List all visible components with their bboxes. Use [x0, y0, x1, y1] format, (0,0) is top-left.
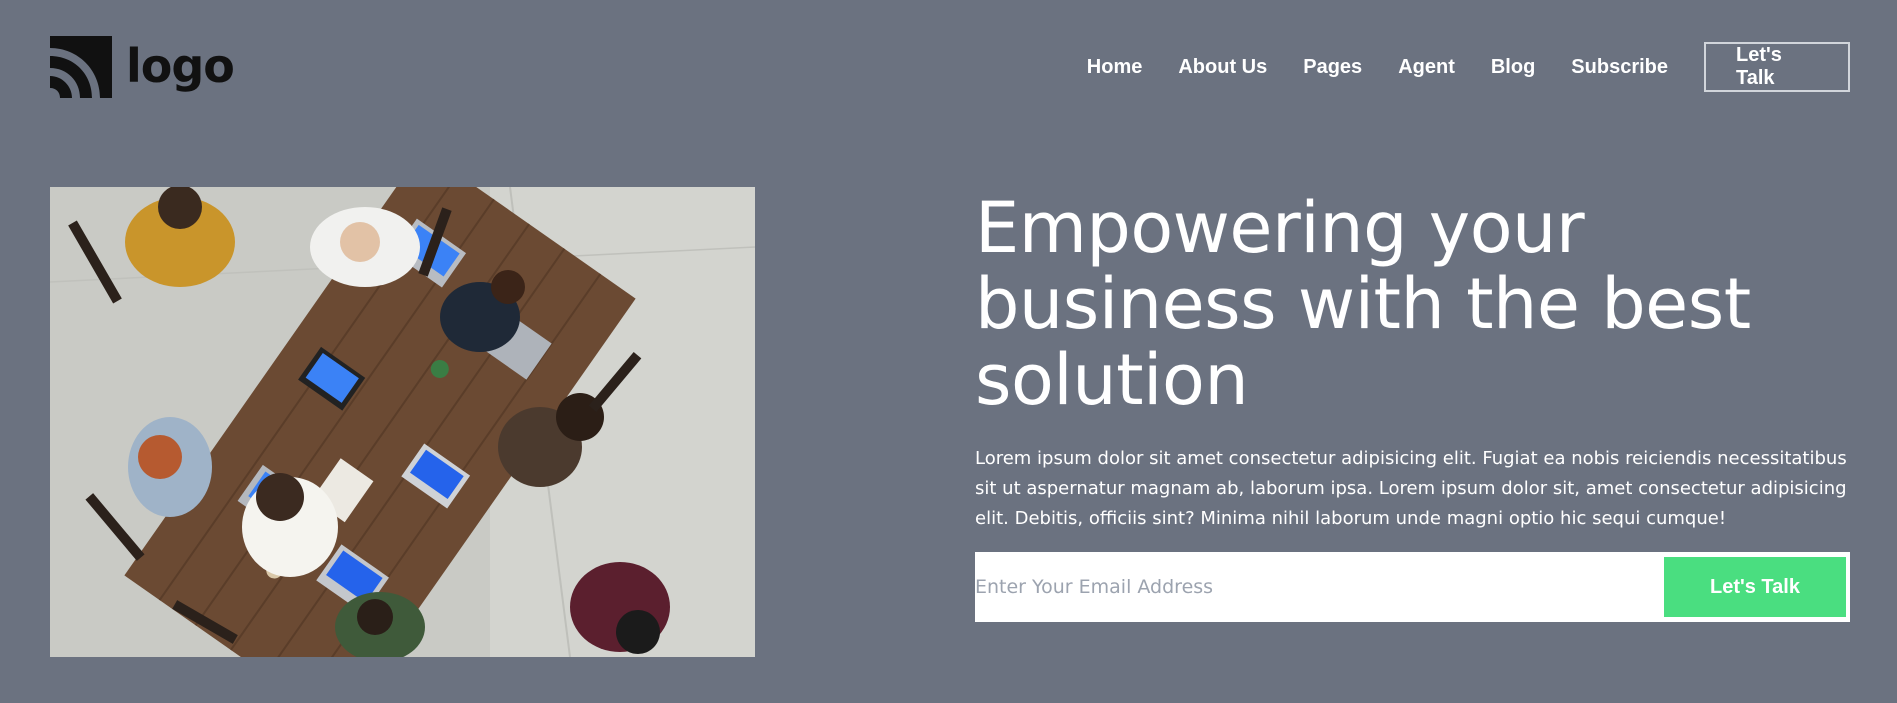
main-nav: Home About Us Pages Agent Blog Subscribe… [1087, 40, 1850, 94]
lets-talk-submit-button[interactable]: Let's Talk [1664, 557, 1846, 617]
nav-item-home[interactable]: Home [1087, 56, 1143, 79]
site-header: logo Home About Us Pages Agent Blog Subs… [0, 0, 1897, 140]
nav-item-blog[interactable]: Blog [1491, 56, 1535, 79]
logo[interactable]: logo [50, 36, 235, 98]
rss-feed-icon [50, 36, 112, 98]
nav-item-about-us[interactable]: About Us [1178, 56, 1267, 79]
hero-image [50, 187, 755, 657]
email-input[interactable] [975, 552, 1664, 622]
logo-text: logo [126, 39, 235, 93]
nav-item-subscribe[interactable]: Subscribe [1571, 56, 1668, 79]
email-signup-form: Let's Talk [975, 552, 1850, 622]
nav-item-pages[interactable]: Pages [1303, 56, 1362, 79]
hero-description: Lorem ipsum dolor sit amet consectetur a… [975, 448, 1847, 529]
nav-item-agent[interactable]: Agent [1398, 56, 1455, 79]
hero-section: Empowering your business with the best s… [975, 190, 1850, 534]
hero-title: Empowering your business with the best s… [975, 187, 1751, 421]
team-meeting-illustration [50, 187, 755, 657]
lets-talk-nav-button[interactable]: Let's Talk [1704, 42, 1850, 92]
